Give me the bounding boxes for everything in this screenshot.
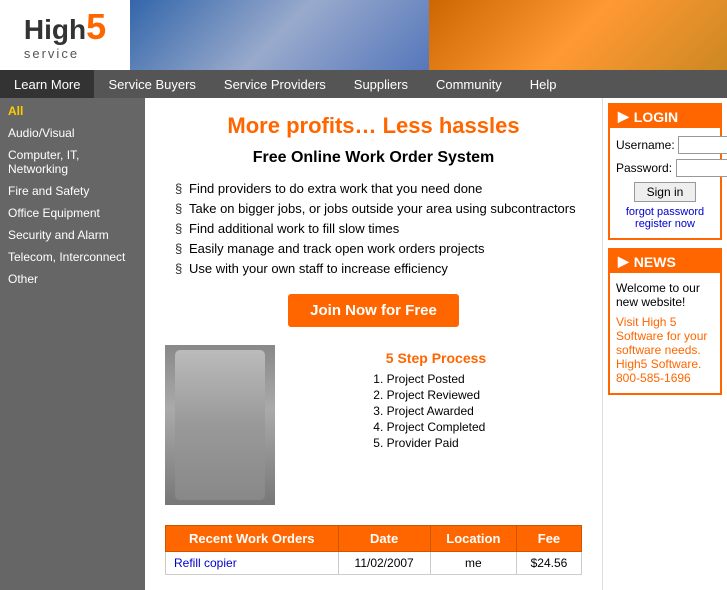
work-order-location: me bbox=[430, 552, 516, 575]
bullet-list: Find providers to do extra work that you… bbox=[175, 181, 582, 276]
login-title: ▶ LOGIN bbox=[610, 105, 720, 128]
login-box: ▶ LOGIN Username: Password: Sign in forg… bbox=[608, 103, 722, 240]
news-content: Welcome to our new website! Visit High 5… bbox=[610, 273, 720, 393]
login-form: Username: Password: Sign in forgot passw… bbox=[610, 128, 720, 238]
five-step-title: 5 Step Process bbox=[290, 350, 582, 366]
sidebar: All Audio/Visual Computer, IT, Networkin… bbox=[0, 98, 145, 590]
main-content: More profits… Less hassles Free Online W… bbox=[145, 98, 602, 590]
logo-five: 5 bbox=[86, 9, 106, 45]
bullet-item: Find additional work to fill slow times bbox=[175, 221, 582, 236]
signin-button[interactable]: Sign in bbox=[634, 182, 697, 202]
logo-high: High bbox=[24, 14, 86, 46]
username-label: Username: bbox=[616, 138, 674, 152]
news-title: ▶ NEWS bbox=[610, 250, 720, 273]
right-sidebar: ▶ LOGIN Username: Password: Sign in forg… bbox=[602, 98, 727, 590]
news-arrow-icon: ▶ bbox=[618, 253, 629, 270]
password-input[interactable] bbox=[676, 159, 727, 177]
header-image-right bbox=[429, 0, 727, 70]
person-area: 5 Step Process Project Posted Project Re… bbox=[165, 345, 582, 505]
password-label: Password: bbox=[616, 161, 672, 175]
work-order-date: 11/02/2007 bbox=[338, 552, 430, 575]
five-step-section: 5 Step Process Project Posted Project Re… bbox=[290, 345, 582, 452]
sidebar-item-all[interactable]: All bbox=[0, 100, 145, 122]
step-item: Project Completed bbox=[387, 420, 486, 434]
nav-bar: Learn More Service Buyers Service Provid… bbox=[0, 70, 727, 98]
col-name: Recent Work Orders bbox=[166, 526, 339, 552]
sidebar-item-fire-safety[interactable]: Fire and Safety bbox=[0, 180, 145, 202]
nav-item-help[interactable]: Help bbox=[516, 70, 571, 98]
col-fee: Fee bbox=[516, 526, 581, 552]
nav-item-suppliers[interactable]: Suppliers bbox=[340, 70, 422, 98]
nav-item-service-providers[interactable]: Service Providers bbox=[210, 70, 340, 98]
sidebar-item-security-alarm[interactable]: Security and Alarm bbox=[0, 224, 145, 246]
news-link[interactable]: Visit High 5 Software for your software … bbox=[616, 315, 707, 385]
sidebar-item-office-equipment[interactable]: Office Equipment bbox=[0, 202, 145, 224]
step-item: Project Posted bbox=[387, 372, 486, 386]
news-welcome: Welcome to our new website! bbox=[616, 281, 714, 309]
header: High 5 service bbox=[0, 0, 727, 70]
main-headline: More profits… Less hassles bbox=[165, 113, 582, 139]
forgot-password-link[interactable]: forgot password bbox=[616, 206, 714, 218]
five-step: 5 Step Process Project Posted Project Re… bbox=[290, 350, 582, 452]
register-link[interactable]: register now bbox=[616, 218, 714, 230]
sidebar-item-other[interactable]: Other bbox=[0, 268, 145, 290]
sidebar-item-computer-it[interactable]: Computer, IT, Networking bbox=[0, 144, 145, 180]
work-orders-table: Recent Work Orders Date Location Fee Ref… bbox=[165, 525, 582, 575]
person-image-inner bbox=[175, 350, 265, 500]
login-links: forgot password register now bbox=[616, 206, 714, 230]
sidebar-item-telecom[interactable]: Telecom, Interconnect bbox=[0, 246, 145, 268]
news-label: NEWS bbox=[634, 254, 676, 270]
five-step-list: Project Posted Project Reviewed Project … bbox=[387, 372, 486, 452]
step-item: Project Awarded bbox=[387, 404, 486, 418]
username-row: Username: bbox=[616, 136, 714, 154]
body-wrapper: All Audio/Visual Computer, IT, Networkin… bbox=[0, 98, 727, 590]
main-subheadline: Free Online Work Order System bbox=[165, 149, 582, 167]
bullet-item: Take on bigger jobs, or jobs outside you… bbox=[175, 201, 582, 216]
nav-item-learn-more[interactable]: Learn More bbox=[0, 70, 94, 98]
login-label: LOGIN bbox=[634, 109, 678, 125]
col-location: Location bbox=[430, 526, 516, 552]
work-order-name[interactable]: Refill copier bbox=[166, 552, 339, 575]
step-item: Provider Paid bbox=[387, 436, 486, 450]
join-now-button[interactable]: Join Now for Free bbox=[288, 294, 459, 327]
step-item: Project Reviewed bbox=[387, 388, 486, 402]
news-box: ▶ NEWS Welcome to our new website! Visit… bbox=[608, 248, 722, 395]
header-image-left bbox=[130, 0, 429, 70]
username-input[interactable] bbox=[678, 136, 727, 154]
work-order-fee: $24.56 bbox=[516, 552, 581, 575]
logo-service: service bbox=[24, 46, 106, 61]
bullet-item: Use with your own staff to increase effi… bbox=[175, 261, 582, 276]
nav-item-community[interactable]: Community bbox=[422, 70, 516, 98]
logo: High 5 service bbox=[0, 0, 130, 70]
table-row: Refill copier 11/02/2007 me $24.56 bbox=[166, 552, 582, 575]
sidebar-item-audio-visual[interactable]: Audio/Visual bbox=[0, 122, 145, 144]
password-row: Password: bbox=[616, 159, 714, 177]
login-arrow-icon: ▶ bbox=[618, 108, 629, 125]
bullet-item: Find providers to do extra work that you… bbox=[175, 181, 582, 196]
person-image bbox=[165, 345, 275, 505]
bullet-item: Easily manage and track open work orders… bbox=[175, 241, 582, 256]
col-date: Date bbox=[338, 526, 430, 552]
nav-item-service-buyers[interactable]: Service Buyers bbox=[94, 70, 209, 98]
